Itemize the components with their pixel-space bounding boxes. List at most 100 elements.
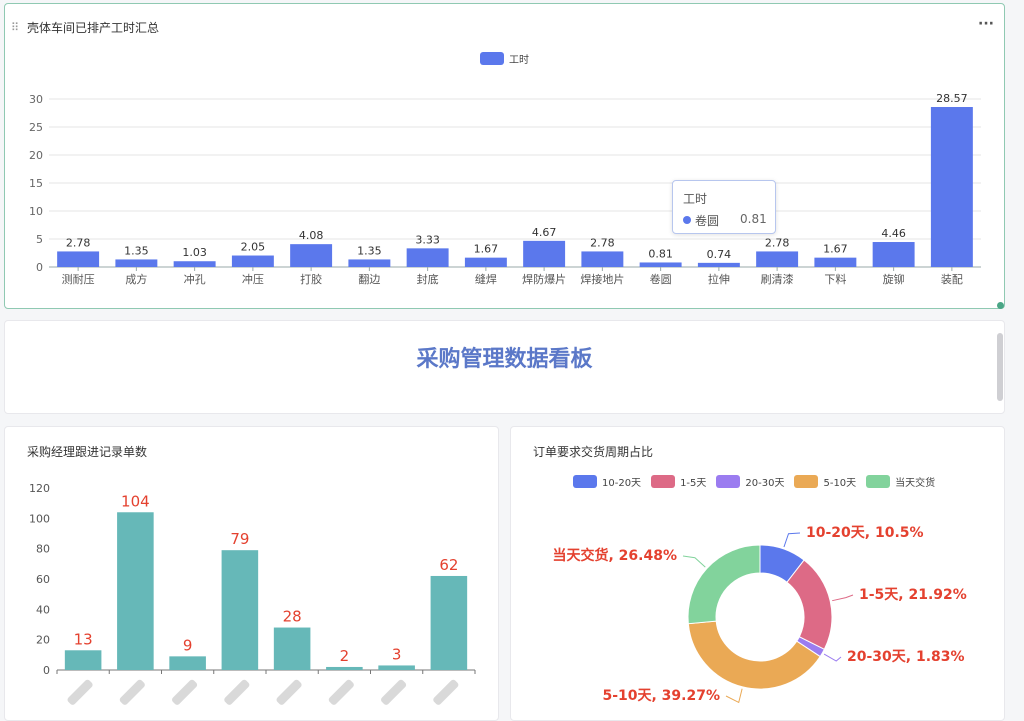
x-tick-label: 冲压 [242, 272, 264, 286]
data-label: 3 [392, 645, 402, 663]
data-label: 4.08 [299, 229, 324, 242]
label-leader-line [725, 688, 743, 704]
blurred-label-shape [381, 679, 407, 705]
y-tick-label: 30 [29, 93, 43, 106]
bar [117, 512, 154, 670]
bar [273, 627, 311, 670]
blurred-label-shape [67, 679, 93, 705]
label-leader-line [823, 653, 842, 662]
manager-records-card: 采购经理跟进记录单数 0 20 40 60 80 100 120 13 104 9 79 28 2 3 62 [4, 426, 499, 721]
y-tick-label: 20 [29, 149, 43, 162]
x-tick-label: 成方 [125, 272, 147, 286]
label-leader-line [682, 555, 706, 568]
data-label: 13 [74, 630, 93, 648]
bar [464, 257, 507, 267]
slice-label: 1-5天, 21.92% [859, 587, 967, 603]
bar [169, 656, 206, 670]
data-label: 4.67 [532, 226, 557, 239]
data-label: 2.78 [590, 236, 615, 249]
x-tick-label-blurred [224, 679, 250, 705]
x-tick-label: 下料 [824, 272, 846, 286]
bar [581, 251, 624, 267]
data-label: 9 [183, 636, 193, 654]
tooltip-title: 工时 [683, 192, 708, 206]
bar [115, 259, 158, 267]
bar [326, 666, 363, 670]
bar [290, 244, 333, 267]
y-tick-label: 0 [36, 261, 43, 274]
y-tick-label: 0 [43, 664, 50, 677]
bar [872, 242, 915, 267]
bar [221, 550, 259, 670]
bar [430, 575, 468, 670]
chart-tooltip: 工时 卷圆 0.81 [672, 180, 776, 234]
x-tick-label: 焊防爆片 [522, 272, 566, 286]
blurred-label-shape [328, 679, 354, 705]
x-tick-label: 翻边 [358, 272, 380, 286]
x-tick-label-blurred [381, 679, 407, 705]
slice-label: 当天交货, 26.48% [552, 547, 677, 564]
data-label: 2 [340, 647, 350, 665]
data-label: 0.74 [707, 248, 732, 261]
y-tick-label: 10 [29, 205, 43, 218]
y-tick-label: 20 [36, 634, 50, 647]
data-label: 1.35 [124, 244, 149, 257]
hours-bar-chart: 0 5 10 15 20 25 30 2.78 测耐压 1.35 成方 1.03 冲孔 2.05 冲压 4.0… [29, 92, 981, 286]
data-label: 28 [283, 608, 302, 626]
hours-summary-card: ⠿ 壳体车间已排产工时汇总 ··· 工时 0 5 10 15 20 25 30 2.78 测耐压… [4, 3, 1005, 309]
bar [348, 259, 391, 267]
bar [378, 665, 415, 670]
x-tick-label: 旋铆 [883, 272, 905, 286]
blurred-label-shape [276, 679, 302, 705]
x-tick-label: 封底 [417, 272, 439, 286]
bar [930, 107, 973, 268]
bar [756, 251, 799, 267]
slice-label: 20-30天, 1.83% [847, 649, 965, 665]
tooltip-name: 卷圆 [695, 214, 720, 228]
resize-handle[interactable] [997, 302, 1004, 309]
data-label: 3.33 [415, 233, 440, 246]
pie-slice [687, 620, 821, 690]
x-tick-label-blurred [433, 679, 459, 705]
label-leader-line [783, 532, 801, 548]
x-tick-label: 拉伸 [708, 272, 730, 286]
x-tick-label: 刷清漆 [761, 273, 794, 286]
data-label: 0.81 [648, 247, 673, 260]
y-tick-label: 15 [29, 177, 43, 190]
bar [814, 257, 857, 267]
bar [697, 262, 740, 267]
x-tick-label: 缝焊 [475, 272, 497, 286]
blurred-label-shape [433, 679, 459, 705]
label-leader-line [832, 594, 854, 602]
data-label: 2.78 [66, 236, 91, 249]
x-tick-label: 测耐压 [62, 273, 95, 286]
pie-slice [687, 544, 761, 625]
x-tick-label: 冲孔 [184, 272, 206, 286]
manager-bar-chart: 0 20 40 60 80 100 120 13 104 9 79 28 2 3 62 [29, 482, 476, 705]
y-tick-label: 60 [36, 573, 50, 586]
bar [523, 240, 566, 267]
data-label: 79 [230, 530, 249, 548]
data-label: 1.67 [823, 243, 848, 256]
delivery-donut-chart: 10-20天, 10.5% 1-5天, 21.92% 20-30天, 1.83% 5-… [552, 525, 967, 704]
data-label: 28.57 [936, 92, 968, 105]
y-tick-label: 25 [29, 121, 43, 134]
y-tick-label: 80 [36, 543, 50, 556]
bar [639, 262, 682, 267]
y-tick-label: 5 [36, 233, 43, 246]
x-tick-label: 打胶 [300, 272, 322, 286]
slice-label: 10-20天, 10.5% [806, 525, 924, 541]
data-label: 1.67 [474, 243, 499, 256]
blurred-label-shape [119, 679, 145, 705]
bar [173, 261, 216, 267]
board-title-card: 采购管理数据看板 [4, 320, 1005, 414]
pie-slice [786, 559, 833, 651]
x-tick-label-blurred [328, 679, 354, 705]
tooltip-marker [683, 216, 691, 224]
y-tick-label: 40 [36, 603, 50, 616]
scrollbar[interactable] [997, 333, 1003, 401]
data-label: 2.05 [241, 241, 266, 254]
y-tick-label: 100 [29, 512, 50, 525]
data-label: 62 [439, 556, 458, 574]
data-label: 1.03 [182, 246, 207, 259]
